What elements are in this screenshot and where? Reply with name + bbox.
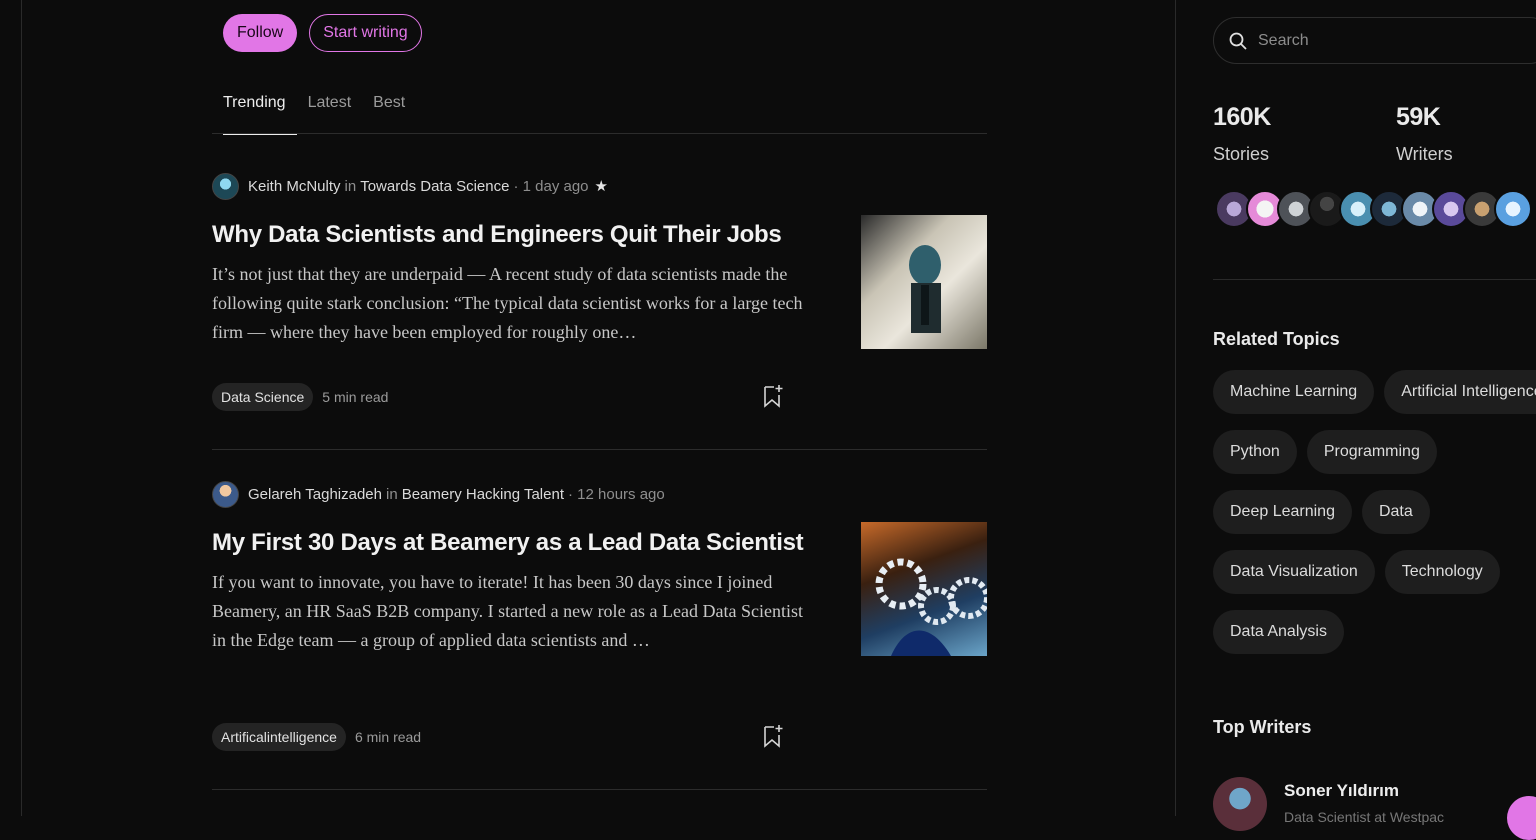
related-topics-list: Machine Learning Artificial Intelligence…	[1213, 370, 1536, 670]
article-summary[interactable]: It’s not just that they are underpaid — …	[212, 260, 812, 347]
search-box[interactable]	[1213, 17, 1536, 64]
article-thumbnail[interactable]	[861, 215, 987, 349]
main-feed: Follow Start writing Trending Latest Bes…	[212, 0, 987, 816]
in-word: in	[386, 485, 398, 503]
topic-chip[interactable]: Deep Learning	[1213, 490, 1352, 534]
sidebar-divider	[1213, 279, 1536, 280]
publish-time: · 12 hours ago	[568, 485, 665, 503]
article-text[interactable]: My First 30 Days at Beamery as a Lead Da…	[212, 526, 812, 655]
author-avatar[interactable]	[212, 172, 239, 200]
article-text[interactable]: Why Data Scientists and Engineers Quit T…	[212, 218, 812, 347]
article-footer: Artificalintelligence 6 min read	[212, 723, 421, 751]
article-meta: Keith McNulty in Towards Data Science · …	[212, 170, 987, 202]
article-summary[interactable]: If you want to innovate, you have to ite…	[212, 568, 812, 655]
stories-stat: 160K Stories	[1213, 103, 1271, 165]
topic-chip[interactable]: Artificial Intelligence	[1384, 370, 1536, 414]
publication-name[interactable]: Beamery Hacking Talent	[402, 486, 564, 503]
avatar[interactable]	[1494, 190, 1532, 228]
topic-chip[interactable]: Programming	[1306, 430, 1437, 474]
top-writers-heading: Top Writers	[1213, 717, 1312, 737]
topic-chip[interactable]: Technology	[1384, 550, 1500, 594]
author-name[interactable]: Keith McNulty	[248, 178, 341, 195]
sidebar-divider	[1175, 0, 1176, 816]
avatar[interactable]	[1213, 777, 1267, 831]
search-icon	[1229, 32, 1247, 50]
article-title[interactable]: My First 30 Days at Beamery as a Lead Da…	[212, 526, 812, 559]
article-title[interactable]: Why Data Scientists and Engineers Quit T…	[212, 218, 812, 251]
topic-chip[interactable]: Python	[1213, 430, 1297, 474]
follow-button[interactable]: Follow	[223, 14, 298, 52]
top-writer-item[interactable]: Soner Yıldırım Data Scientist at Westpac	[1213, 777, 1444, 831]
feed-tabs: Trending Latest Best	[212, 88, 987, 135]
topic-chip[interactable]: Data Visualization	[1213, 550, 1375, 594]
writers-stat: 59K Writers	[1396, 103, 1453, 165]
stories-count: 160K	[1213, 103, 1271, 131]
tab-trending[interactable]: Trending	[212, 88, 297, 135]
writers-label: Writers	[1396, 144, 1453, 164]
article-card[interactable]: Keith McNulty in Towards Data Science · …	[212, 170, 987, 450]
in-word: in	[344, 177, 357, 195]
member-star-icon: ★	[594, 178, 608, 195]
article-card[interactable]: Gelareh Taghizadeh in Beamery Hacking Ta…	[212, 478, 987, 790]
bookmark-add-icon[interactable]	[762, 383, 784, 409]
tag-chip[interactable]: Data Science	[212, 383, 314, 411]
left-rail	[0, 0, 22, 816]
bookmark-add-icon[interactable]	[762, 723, 784, 749]
writer-name[interactable]: Soner Yıldırım	[1284, 781, 1444, 801]
publish-time: · 1 day ago	[513, 177, 589, 195]
tag-chip[interactable]: Artificalintelligence	[212, 723, 346, 751]
topic-chip[interactable]: Data Analysis	[1213, 610, 1344, 654]
tab-best[interactable]: Best	[362, 88, 416, 134]
article-thumbnail[interactable]	[861, 522, 987, 656]
related-topics-heading: Related Topics	[1213, 329, 1340, 349]
article-meta: Gelareh Taghizadeh in Beamery Hacking Ta…	[212, 478, 987, 510]
writers-count: 59K	[1396, 103, 1441, 131]
right-sidebar: 160K Stories 59K Writers Related Topics …	[1213, 0, 1536, 831]
read-time: 5 min read	[322, 389, 389, 405]
tab-latest[interactable]: Latest	[297, 88, 363, 134]
search-input[interactable]	[1258, 31, 1508, 50]
read-time: 6 min read	[354, 729, 422, 745]
topic-chip[interactable]: Data	[1361, 490, 1430, 534]
stories-label: Stories	[1213, 144, 1270, 164]
writer-bio: Data Scientist at Westpac	[1284, 809, 1445, 825]
topic-actions: Follow Start writing	[223, 14, 422, 52]
start-writing-button[interactable]: Start writing	[309, 14, 422, 52]
writer-avatar-stack	[1215, 190, 1532, 228]
author-name[interactable]: Gelareh Taghizadeh	[248, 486, 382, 503]
author-avatar[interactable]	[212, 480, 239, 508]
publication-name[interactable]: Towards Data Science	[360, 178, 509, 195]
topic-chip[interactable]: Machine Learning	[1213, 370, 1375, 414]
article-footer: Data Science 5 min read	[212, 383, 388, 411]
